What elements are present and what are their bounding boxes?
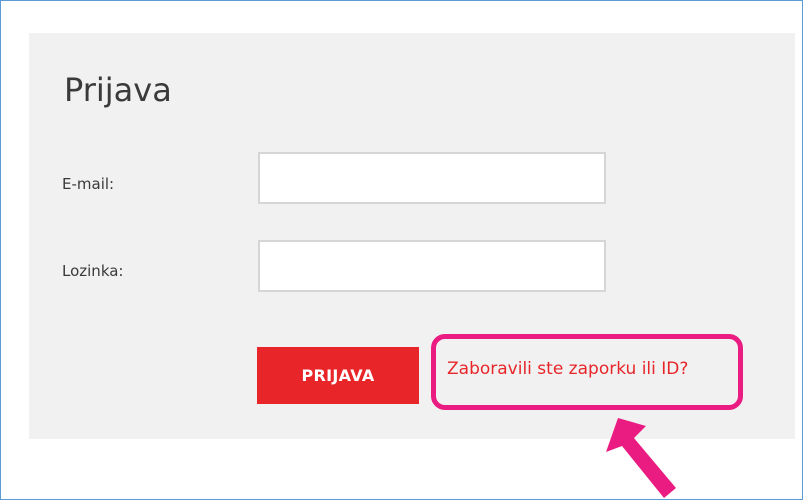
login-button[interactable]: PRIJAVA: [257, 347, 419, 404]
password-label: Lozinka:: [62, 262, 124, 280]
password-input[interactable]: [258, 240, 606, 292]
login-title: Prijava: [64, 71, 172, 109]
email-label: E-mail:: [62, 175, 115, 193]
email-input[interactable]: [258, 152, 606, 204]
forgot-password-link[interactable]: Zaboravili ste zaporku ili ID?: [447, 359, 688, 379]
arrow-pointer-icon: [606, 418, 676, 498]
